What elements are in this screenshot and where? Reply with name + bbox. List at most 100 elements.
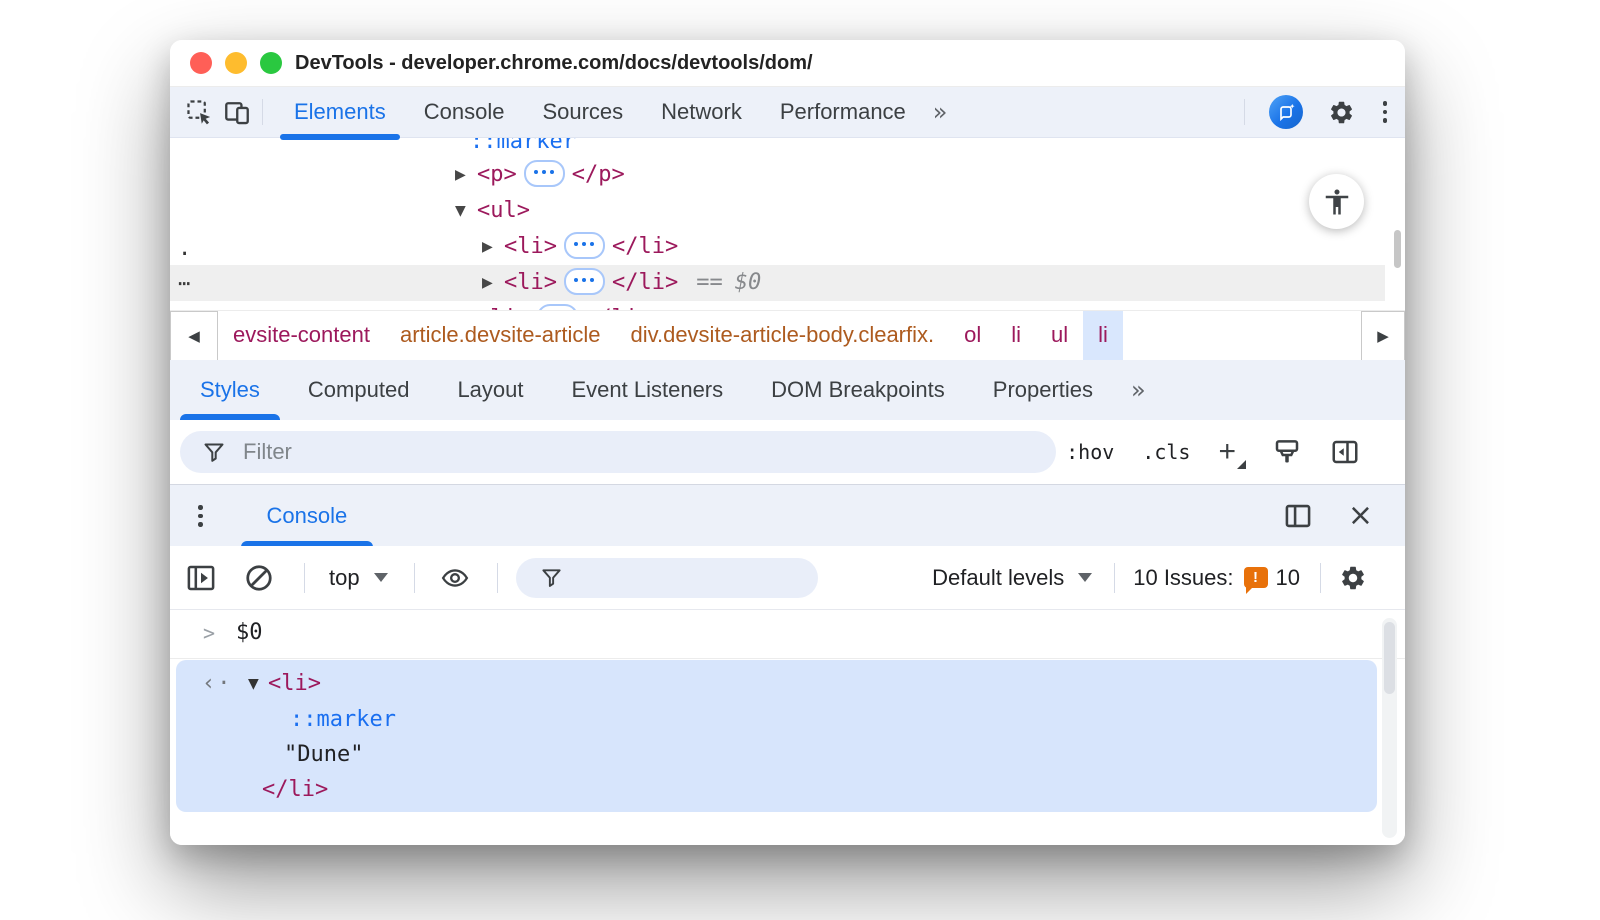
tab-performance[interactable]: Performance (761, 87, 925, 137)
tab-elements[interactable]: Elements (275, 87, 405, 137)
tab-network[interactable]: Network (642, 87, 761, 137)
dom-row-p[interactable]: ▶<p></p> (170, 157, 1405, 193)
breadcrumb-item[interactable]: evsite-content (218, 311, 385, 361)
console-result-block[interactable]: ‹· ▼ <li> ::marker "Dune" </li> (176, 660, 1377, 812)
drawer-kebab-menu-icon[interactable] (196, 503, 205, 529)
tag-close: </li> (612, 270, 678, 295)
close-drawer-icon[interactable]: × (1348, 501, 1373, 531)
close-window-button[interactable] (190, 52, 212, 74)
expand-arrow-icon[interactable]: ▶ (455, 157, 477, 193)
collapse-arrow-icon[interactable]: ▼ (455, 193, 477, 229)
minimize-window-button[interactable] (225, 52, 247, 74)
console-echo-row[interactable]: > $0 (170, 610, 1405, 659)
settings-gear-icon[interactable] (1327, 97, 1357, 127)
class-toggle[interactable]: .cls (1142, 440, 1190, 464)
toolbar-divider (1320, 563, 1321, 593)
tag-open: <li> (504, 270, 557, 295)
breadcrumb-bar: ◀ evsite-content article.devsite-article… (170, 310, 1405, 362)
dollar-zero-hint: $0 (735, 270, 762, 295)
breadcrumb-item[interactable]: article.devsite-article (385, 311, 616, 361)
prompt-chevron-icon: > (203, 610, 215, 656)
breadcrumb-scroll-right-button[interactable]: ▶ (1361, 311, 1405, 361)
issues-label[interactable]: 10 Issues: (1133, 565, 1233, 591)
tab-console[interactable]: Console (405, 87, 524, 137)
dom-row-li-1[interactable]: ▶<li> </li> (170, 229, 1405, 265)
zoom-window-button[interactable] (260, 52, 282, 74)
tag-close: </li> (612, 234, 678, 259)
breadcrumb-item[interactable]: li (996, 311, 1036, 361)
show-console-sidebar-icon[interactable] (186, 564, 216, 592)
toolbar-divider (497, 563, 498, 593)
result-row-text[interactable]: "Dune" (176, 737, 1377, 773)
tab-dom-breakpoints[interactable]: DOM Breakpoints (747, 360, 969, 420)
tab-properties[interactable]: Properties (969, 360, 1117, 420)
split-panel-icon[interactable] (1284, 503, 1312, 529)
breadcrumb-item[interactable]: div.devsite-article-body.clearfix. (615, 311, 949, 361)
breadcrumb-scroll-left-button[interactable]: ◀ (170, 311, 218, 361)
console-scrollbar-thumb[interactable] (1384, 622, 1395, 694)
chevron-down-icon[interactable] (374, 573, 388, 582)
dom-row-ul[interactable]: ▼<ul> (170, 193, 1405, 229)
tab-sources[interactable]: Sources (523, 87, 642, 137)
tab-layout[interactable]: Layout (433, 360, 547, 420)
tag-open: <p> (477, 162, 517, 187)
row-menu-ellipsis[interactable]: ⋯ (178, 265, 190, 301)
chevron-down-icon[interactable] (1078, 573, 1092, 582)
more-tabs-icon[interactable]: » (1131, 376, 1144, 404)
result-row-open[interactable]: ‹· ▼ <li> (176, 666, 1377, 702)
console-drawer-header: Console × (170, 484, 1405, 547)
rendering-brush-icon[interactable] (1272, 437, 1302, 467)
toolbar-divider (262, 99, 263, 125)
collapsed-content-badge[interactable] (524, 160, 565, 187)
result-row-close[interactable]: </li> (176, 772, 1377, 808)
issues-badge-icon[interactable]: ! (1244, 567, 1268, 588)
ai-assistant-icon[interactable] (1269, 95, 1303, 129)
breadcrumb-item[interactable]: ol (949, 311, 996, 361)
styles-filter-row: Filter :hov .cls + (170, 420, 1405, 484)
expand-arrow-icon[interactable]: ▶ (482, 265, 504, 301)
pseudo-marker-label: ::marker (470, 138, 576, 154)
breadcrumb-item-selected[interactable]: li (1083, 311, 1123, 361)
collapsed-content-badge[interactable] (564, 268, 605, 295)
dom-row-clipped-bottom[interactable]: ▶<li></li> (170, 301, 1405, 310)
more-tabs-icon[interactable]: » (933, 98, 946, 126)
new-style-rule-button[interactable]: + (1218, 437, 1244, 467)
console-scrollbar[interactable] (1382, 618, 1397, 838)
tab-event-listeners[interactable]: Event Listeners (548, 360, 748, 420)
window-title: DevTools - developer.chrome.com/docs/dev… (295, 40, 813, 86)
result-row-pseudo[interactable]: ::marker (176, 702, 1377, 738)
accessibility-fab-button[interactable] (1309, 174, 1364, 229)
toggle-sidebar-left-icon[interactable] (1330, 437, 1360, 467)
issues-count[interactable]: 10 (1276, 565, 1300, 591)
tab-computed[interactable]: Computed (284, 360, 434, 420)
device-toolbar-icon[interactable] (222, 97, 252, 127)
collapsed-content-badge[interactable] (564, 232, 605, 259)
clear-console-icon[interactable] (244, 563, 274, 593)
console-drawer-tab[interactable]: Console (241, 485, 374, 547)
console-filter-input[interactable] (516, 558, 818, 598)
pseudo-state-toggle[interactable]: :hov (1066, 440, 1114, 464)
devtools-window: DevTools - developer.chrome.com/docs/dev… (170, 40, 1405, 845)
collapse-arrow-icon[interactable]: ▼ (248, 666, 259, 702)
dom-scrollbar-thumb[interactable] (1394, 230, 1401, 268)
tag-open: <li> (504, 234, 557, 259)
tag-open: <li> (268, 666, 321, 702)
console-toolbar: top Default levels 10 Issues: ! 10 (170, 546, 1405, 610)
context-selector[interactable]: top (329, 565, 360, 591)
log-levels-selector[interactable]: Default levels (932, 565, 1064, 591)
inspect-element-icon[interactable] (184, 97, 214, 127)
screenshot-stage: { "colors": { "accent_blue": "#1a73e8", … (0, 0, 1600, 920)
pseudo-marker-label: ::marker (290, 702, 396, 738)
tab-styles[interactable]: Styles (176, 360, 284, 420)
expand-arrow-icon[interactable]: ▶ (482, 229, 504, 265)
styles-filter-input[interactable]: Filter (180, 431, 1056, 473)
console-settings-gear-icon[interactable] (1339, 564, 1367, 592)
styles-sidebar-tabs: Styles Computed Layout Event Listeners D… (170, 360, 1405, 420)
dom-row-li-selected[interactable]: ⋯ ▶<li></li>==$0 (170, 265, 1385, 301)
traffic-lights (190, 52, 282, 74)
echo-expression: $0 (236, 610, 263, 656)
kebab-menu-icon[interactable] (1381, 99, 1390, 125)
live-expression-eye-icon[interactable] (439, 564, 471, 592)
expand-arrow-icon[interactable]: ▶ (455, 301, 477, 310)
breadcrumb-item[interactable]: ul (1036, 311, 1083, 361)
